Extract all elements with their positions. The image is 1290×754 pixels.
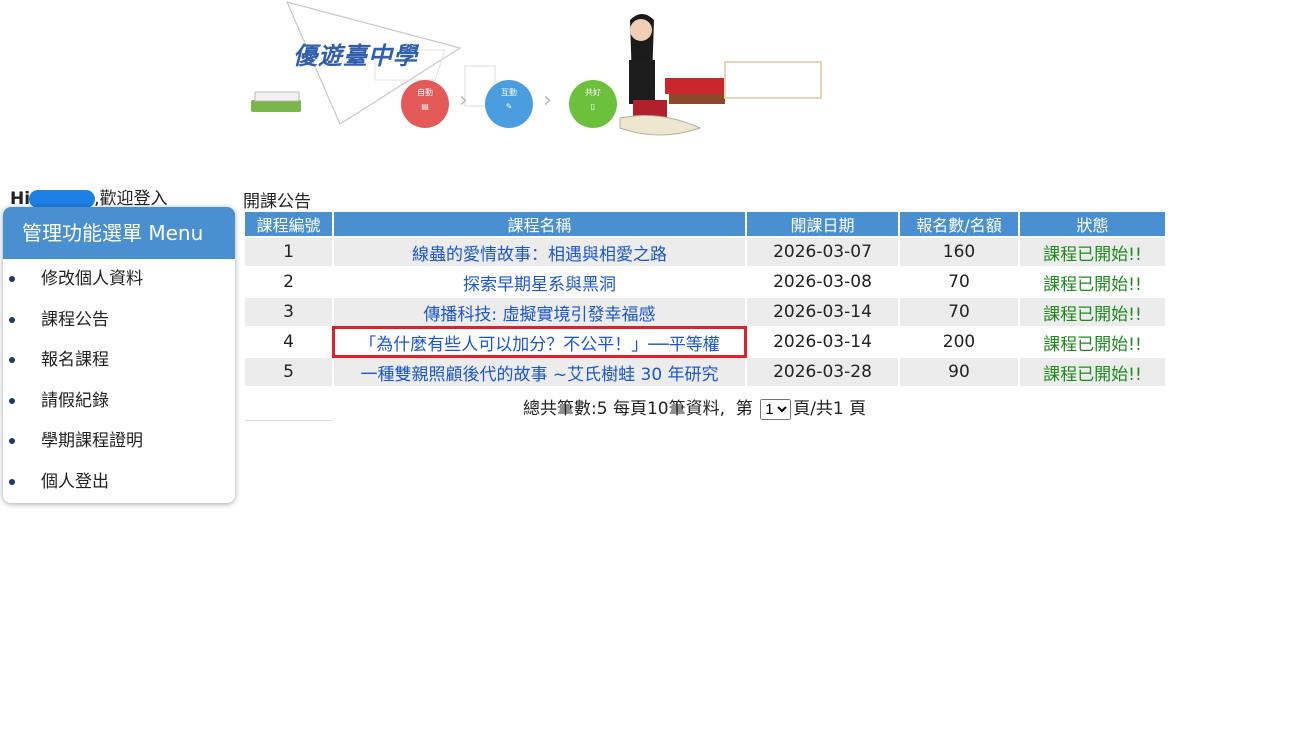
pager-prefix: 總共筆數:5 每頁10筆資料, 第 [523,399,759,419]
course-table: 課程編號 課程名稱 開課日期 報名數/名額 狀態 1 線蟲的愛情故事：相遇與相愛… [243,210,1167,388]
course-count: 70 [900,268,1018,296]
bullet-icon [9,438,15,445]
course-id: 4 [245,328,332,356]
course-date: 2026-03-28 [747,358,898,386]
menu-item-leave-records[interactable]: 請假紀錄 [3,381,235,422]
course-name-cell: 線蟲的愛情故事：相遇與相愛之路 [334,238,745,266]
course-name-cell-highlighted: 「為什麼有些人可以加分？不公平！」──平等權 [332,326,747,358]
column-header: 課程編號 [245,212,332,236]
page-select[interactable]: 1 [760,399,792,420]
bullet-icon [9,397,15,404]
course-id: 1 [245,238,332,266]
course-count: 160 [900,238,1018,266]
menu-item-semester-certificate[interactable]: 學期課程證明 [3,421,235,462]
column-header: 狀態 [1020,212,1165,236]
menu-header: 管理功能選單 Menu [3,207,235,259]
course-status: 課程已開始!! [1020,298,1165,326]
course-status: 課程已開始!! [1020,268,1165,296]
column-header: 報名數/名額 [900,212,1018,236]
course-link[interactable]: 一種雙親照顧後代的故事 ~艾氏樹蛙 30 年研究 [360,365,718,385]
menu-item-edit-profile[interactable]: 修改個人資料 [3,259,235,300]
course-count: 200 [900,328,1018,356]
course-count: 70 [900,298,1018,326]
course-link[interactable]: 線蟲的愛情故事：相遇與相愛之路 [412,245,667,265]
table-header-row: 課程編號 課程名稱 開課日期 報名數/名額 狀態 [245,212,1165,236]
table-row: 3 傳播科技: 虛擬實境引發幸福感 2026-03-14 70 課程已開始!! [245,298,1165,326]
course-id: 5 [245,358,332,386]
arrow-icon: › [543,88,552,113]
arrow-icon: › [459,88,468,113]
bullet-icon [9,357,15,364]
table-row: 5 一種雙親照顧後代的故事 ~艾氏樹蛙 30 年研究 2026-03-28 90… [245,358,1165,386]
course-id: 3 [245,298,332,326]
circle-together-icon: 共好 ▯ [569,80,617,128]
pager-suffix: 頁/共1 頁 [793,399,867,419]
divider [245,420,333,421]
bullet-icon [9,276,15,282]
bullet-icon [9,478,15,485]
table-row: 2 探索早期星系與黑洞 2026-03-08 70 課程已開始!! [245,268,1165,296]
course-date: 2026-03-14 [747,298,898,326]
course-date: 2026-03-14 [747,328,898,356]
course-link[interactable]: 傳播科技: 虛擬實境引發幸福感 [423,305,655,325]
greeting-welcome: ,歡迎登入 [94,189,168,209]
menu-item-logout[interactable]: 個人登出 [3,462,235,503]
course-date: 2026-03-07 [747,238,898,266]
course-status: 課程已開始!! [1020,238,1165,266]
menu-list: 修改個人資料 課程公告 報名課程 請假紀錄 學期課程證明 個人登出 [3,259,235,503]
circle-interact-icon: 互動 ✎ [485,80,533,128]
banner-illustration [251,1,822,136]
menu-item-course-announcements[interactable]: 課程公告 [3,300,235,341]
column-header: 課程名稱 [334,212,745,236]
admin-menu: 管理功能選單 Menu 修改個人資料 課程公告 報名課程 請假紀錄 學期課程證明… [3,207,235,503]
course-name-cell: 傳播科技: 虛擬實境引發幸福感 [334,298,745,326]
bullet-icon [9,316,15,323]
site-banner: 優遊臺中學 自動 ▤ › 互動 ✎ › 共好 ▯ [245,0,825,145]
course-date: 2026-03-08 [747,268,898,296]
redacted-username [29,190,96,208]
circle-auto-icon: 自動 ▤ [401,80,449,128]
course-count: 90 [900,358,1018,386]
greeting-hi: Hi [10,189,31,209]
course-name-cell: 探索早期星系與黑洞 [334,268,745,296]
greeting: Hi ,歡迎登入 [10,184,167,209]
course-name-cell: 一種雙親照顧後代的故事 ~艾氏樹蛙 30 年研究 [334,358,745,386]
course-link[interactable]: 探索早期星系與黑洞 [463,275,616,295]
column-header: 開課日期 [747,212,898,236]
course-link[interactable]: 「為什麼有些人可以加分？不公平！」──平等權 [359,335,719,355]
pagination: 總共筆數:5 每頁10筆資料, 第 1頁/共1 頁 [523,394,866,420]
page-title: 開課公告 [243,192,311,212]
course-status: 課程已開始!! [1020,358,1165,386]
table-row: 1 線蟲的愛情故事：相遇與相愛之路 2026-03-07 160 課程已開始!! [245,238,1165,266]
menu-item-register-course[interactable]: 報名課程 [3,340,235,381]
banner-title: 優遊臺中學 [293,41,418,70]
course-id: 2 [245,268,332,296]
table-row: 4 「為什麼有些人可以加分？不公平！」──平等權 2026-03-14 200 … [245,326,1165,358]
course-status: 課程已開始!! [1020,328,1165,356]
